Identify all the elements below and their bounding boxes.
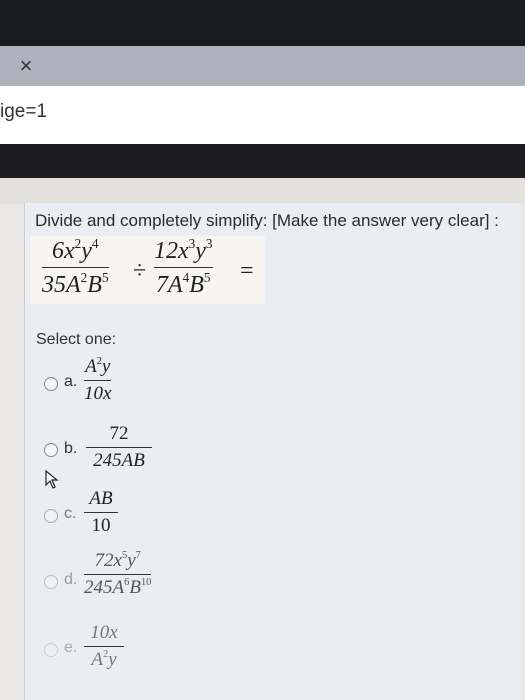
option-d-den-exp2: 10	[140, 577, 152, 589]
option-d-num-tail: y	[127, 550, 136, 571]
option-b-letter: b.	[64, 440, 78, 457]
option-d-letter: d.	[64, 571, 78, 588]
page-header	[0, 144, 525, 178]
right-num-exp2: 3	[205, 236, 213, 251]
option-b-answer[interactable]: 72 245AB	[86, 423, 152, 472]
address-bar[interactable]	[0, 86, 525, 144]
left-num-mid: y	[81, 237, 92, 264]
left-num-base: 6x	[52, 237, 75, 264]
mouse-cursor-icon	[45, 470, 59, 489]
option-d-radio[interactable]	[44, 575, 58, 589]
option-c-radio[interactable]	[44, 509, 58, 523]
left-den-base: 35A	[42, 271, 81, 298]
option-d-num-exp2: 7	[135, 550, 141, 562]
option-d-answer[interactable]: 72x5y7 245A6B10	[84, 550, 152, 599]
option-e-bar	[84, 646, 124, 647]
option-c-answer[interactable]: AB 10	[84, 488, 118, 537]
option-a-answer[interactable]: A2y 10x	[84, 356, 112, 405]
left-fraction: 6x2y4 35A2B5	[42, 236, 109, 299]
divide-operator: ÷	[133, 258, 147, 284]
left-num-exp2: 4	[91, 236, 99, 251]
option-d-den-tail: B	[129, 577, 141, 598]
right-den-base: 7A	[155, 271, 183, 298]
right-num-mid: y	[195, 237, 206, 264]
option-a-radio[interactable]	[44, 377, 58, 391]
right-fraction: 12x3y3 7A4B5	[154, 236, 213, 299]
page-gap	[0, 178, 525, 204]
option-d-num-base: 72x	[94, 550, 122, 571]
option-c-num: AB	[89, 488, 113, 509]
option-e-num: 10x	[90, 622, 118, 643]
left-den-exp2: 5	[101, 269, 109, 285]
option-a-bar	[84, 380, 112, 381]
tab-bar	[0, 46, 525, 86]
option-c-den: 10	[91, 515, 111, 536]
option-a-num-tail: y	[101, 356, 111, 377]
option-b-den: 245AB	[93, 450, 145, 471]
right-num-base: 12x	[154, 237, 189, 264]
url-text: ige=1	[0, 101, 48, 122]
left-fraction-bar	[42, 266, 109, 268]
option-a-den: 10x	[84, 383, 112, 404]
option-e-letter: e.	[64, 639, 78, 656]
option-c-letter: c.	[64, 505, 77, 522]
option-d-bar	[84, 574, 152, 575]
option-b-bar	[86, 447, 152, 448]
select-one-label: Select one:	[36, 331, 117, 348]
option-e-answer[interactable]: 10x A2y	[84, 622, 124, 671]
option-e-radio[interactable]	[44, 643, 58, 657]
question-prompt: Divide and completely simplify: [Make th…	[35, 211, 499, 230]
left-den-mid: B	[87, 271, 102, 298]
right-fraction-bar	[154, 266, 213, 268]
option-c-bar	[84, 512, 118, 513]
right-den-mid: B	[189, 271, 204, 298]
option-b-radio[interactable]	[44, 443, 58, 457]
option-a-num-base: A	[85, 356, 97, 377]
option-d-den-base: 245A	[84, 577, 125, 598]
option-e-den-base: A	[91, 649, 103, 670]
browser-top-bar	[0, 0, 525, 46]
option-e-den-tail: y	[108, 649, 117, 670]
equals-sign: =	[240, 258, 254, 284]
close-icon[interactable]: ×	[14, 54, 38, 78]
right-den-exp2: 5	[203, 269, 211, 285]
option-a-letter: a.	[64, 373, 78, 390]
option-b-num: 72	[109, 423, 129, 444]
